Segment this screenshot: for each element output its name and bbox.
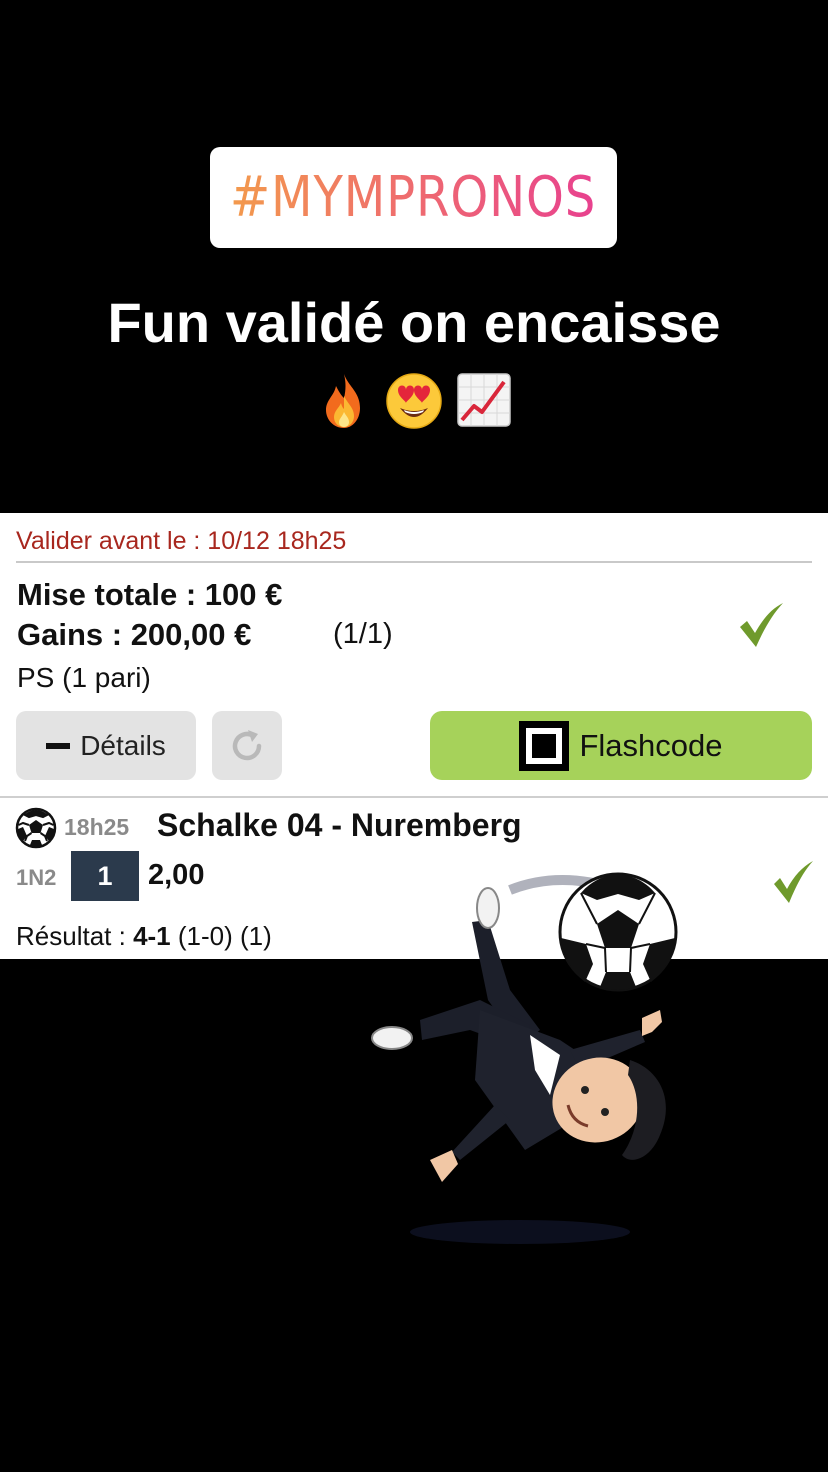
pick-badge: 1 <box>71 851 139 901</box>
details-label: Détails <box>80 729 166 761</box>
flashcode-label: Flashcode <box>579 727 723 763</box>
odds-value: 2,00 <box>148 859 205 891</box>
deadline-text: Valider avant le : 10/12 18h25 <box>16 527 347 555</box>
market-label: 1N2 <box>16 865 57 890</box>
check-icon <box>740 603 783 647</box>
refresh-icon <box>232 729 262 760</box>
bicycle-kick-sticker <box>371 872 678 1244</box>
heart-eyes-emoji <box>386 373 442 429</box>
match-name: Schalke 04 - Nuremberg <box>157 807 522 843</box>
total-stake: Mise totale : 100 € <box>17 577 283 612</box>
hashtag-text: #MYMPRONOS <box>230 165 597 230</box>
gains-amount: Gains : 200,00 € <box>17 617 252 652</box>
final-score: 4-1 <box>133 921 171 951</box>
hashtag-sticker[interactable]: #MYMPRONOS <box>210 147 617 248</box>
result-prefix: Résultat : <box>16 921 134 951</box>
soccer-ball-icon <box>558 872 678 992</box>
minus-icon <box>46 742 71 749</box>
chart-increasing-emoji <box>457 373 511 427</box>
bet-summary-card: Valider avant le : 10/12 18h25 Mise tota… <box>0 513 828 796</box>
flashcode-button[interactable]: Flashcode <box>430 711 812 780</box>
refresh-button[interactable] <box>212 711 282 780</box>
gains-ratio: (1/1) <box>333 618 393 650</box>
bet-type: PS (1 pari) <box>17 662 151 693</box>
result-line: Résultat : 4-1 (1-0) (1) <box>16 921 272 952</box>
match-time: 18h25 <box>64 814 130 840</box>
qr-code-icon <box>519 720 570 771</box>
story-caption: Fun validé on encaisse <box>107 291 721 354</box>
check-icon <box>774 861 813 903</box>
soccer-ball-icon <box>15 807 57 849</box>
result-suffix: (1-0) (1) <box>170 921 272 951</box>
details-button[interactable]: Détails <box>16 711 196 780</box>
fire-emoji <box>326 374 360 428</box>
emoji-row <box>0 370 828 434</box>
divider <box>16 561 812 563</box>
